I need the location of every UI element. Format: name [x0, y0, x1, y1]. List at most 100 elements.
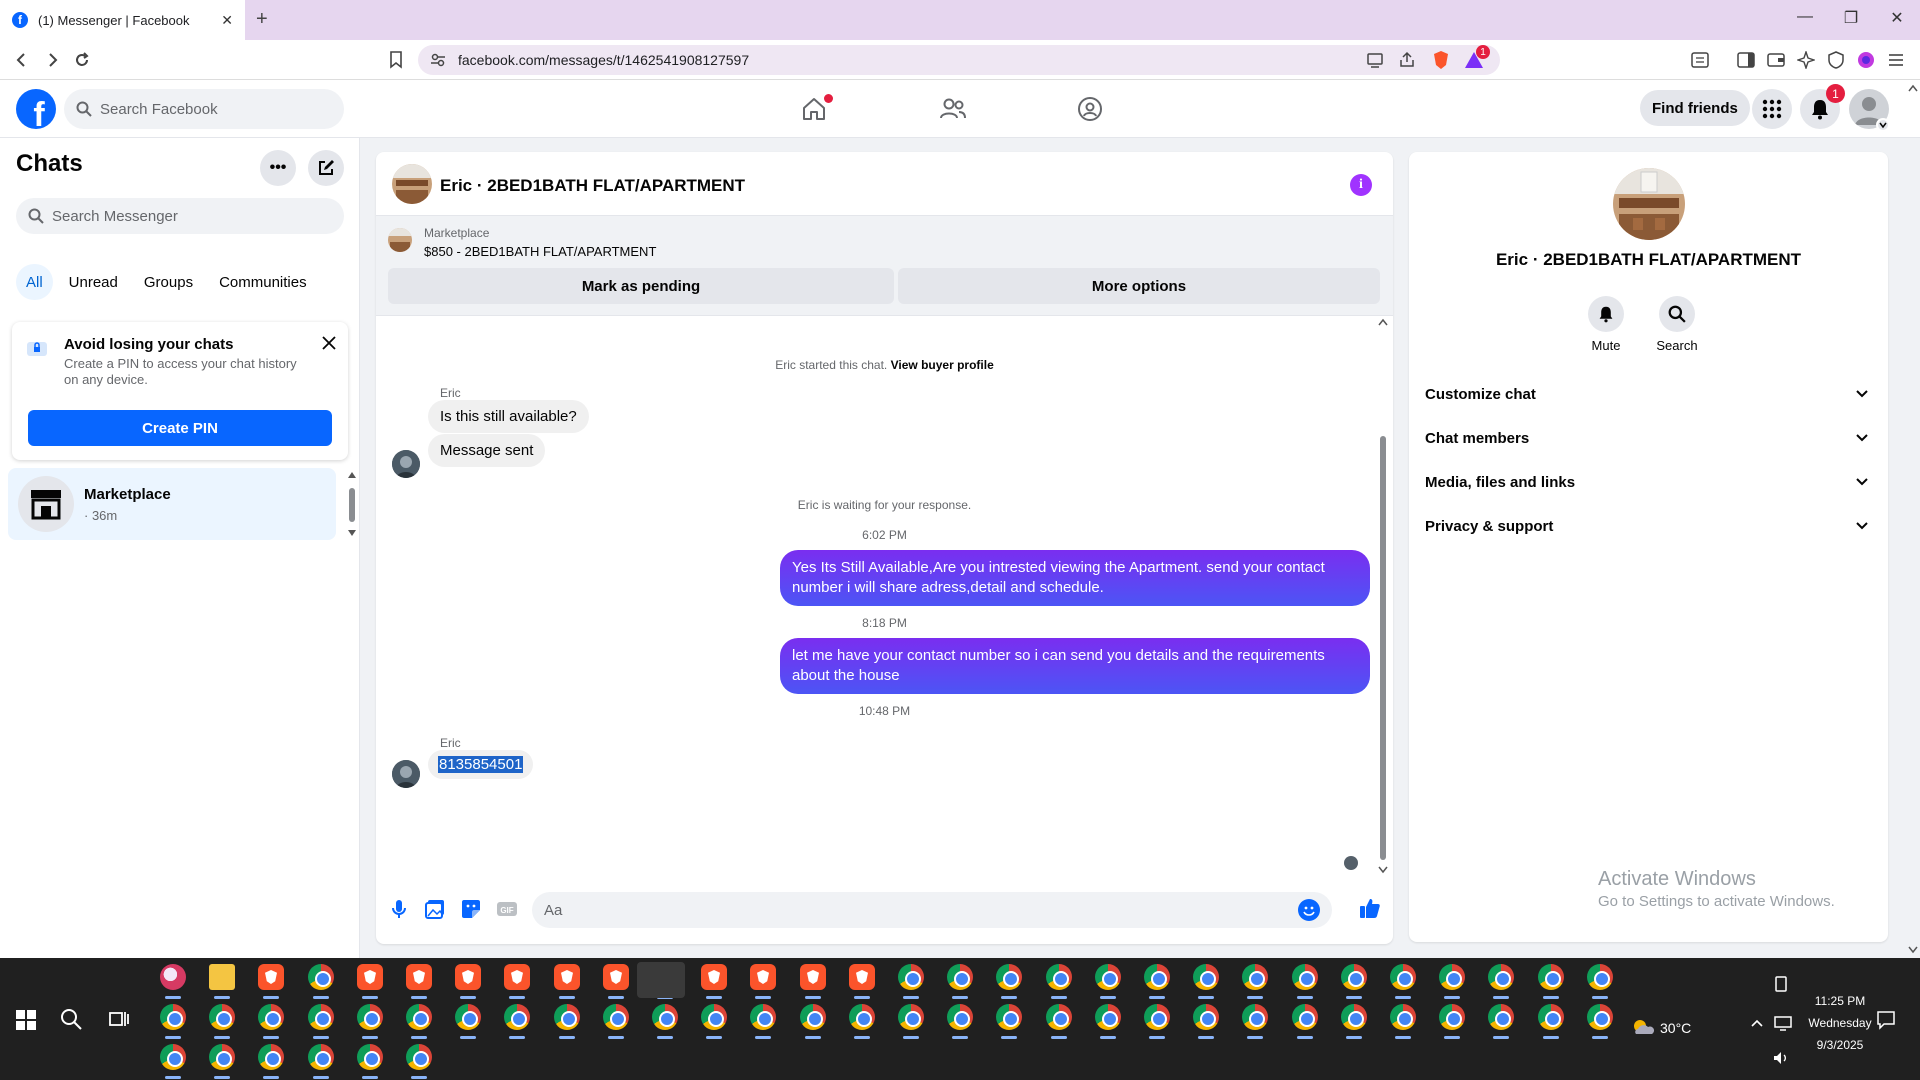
chrome-taskbar-icon[interactable]: [554, 1004, 580, 1030]
mute-action[interactable]: Mute: [1576, 296, 1636, 353]
info-icon[interactable]: i: [1350, 174, 1372, 196]
volume-icon[interactable]: [1772, 1050, 1790, 1066]
conversation-title[interactable]: Eric · 2BED1BATH FLAT/APARTMENT: [440, 176, 745, 196]
photo-icon[interactable]: [424, 898, 446, 920]
chrome-taskbar-icon[interactable]: [1488, 1004, 1514, 1030]
listing-avatar[interactable]: [392, 164, 432, 204]
wallet-icon[interactable]: [1766, 50, 1786, 70]
chrome-taskbar-icon[interactable]: [1587, 1004, 1613, 1030]
facebook-logo-icon[interactable]: f: [16, 89, 56, 129]
search-action[interactable]: Search: [1647, 296, 1707, 353]
tablet-mode-icon[interactable]: [1774, 976, 1788, 992]
sidebar-scrollbar[interactable]: [348, 472, 356, 536]
chrome-taskbar-icon[interactable]: [1439, 964, 1465, 990]
messenger-search-box[interactable]: [16, 198, 344, 234]
chrome-taskbar-icon[interactable]: [1439, 1004, 1465, 1030]
browser-tab[interactable]: f (1) Messenger | Facebook ✕: [0, 0, 245, 40]
new-message-button[interactable]: [308, 150, 344, 186]
brave-taskbar-icon[interactable]: [554, 964, 580, 990]
chrome-taskbar-icon[interactable]: [357, 1044, 383, 1070]
notification-center-icon[interactable]: [1876, 1010, 1896, 1030]
reader-mode-icon[interactable]: [1690, 50, 1710, 70]
chrome-taskbar-icon[interactable]: [209, 1004, 235, 1030]
files-taskbar-icon[interactable]: [209, 964, 235, 990]
microphone-icon[interactable]: [388, 898, 410, 920]
conversation-scrollbar[interactable]: [1376, 316, 1390, 876]
chrome-taskbar-icon[interactable]: [1193, 1004, 1219, 1030]
filter-communities[interactable]: Communities: [209, 264, 317, 300]
chrome-taskbar-icon[interactable]: [947, 964, 973, 990]
chrome-taskbar-icon[interactable]: [652, 1004, 678, 1030]
new-tab-icon[interactable]: +: [256, 8, 268, 31]
chrome-taskbar-icon[interactable]: [750, 1004, 776, 1030]
chrome-taskbar-icon[interactable]: [1390, 1004, 1416, 1030]
chrome-taskbar-icon[interactable]: [898, 1004, 924, 1030]
view-buyer-profile-link[interactable]: View buyer profile: [891, 358, 994, 372]
bookmark-icon[interactable]: [386, 50, 406, 70]
page-scrollbar[interactable]: [1906, 80, 1920, 958]
close-tab-icon[interactable]: ✕: [221, 12, 233, 29]
chrome-taskbar-icon[interactable]: [1587, 964, 1613, 990]
site-settings-icon[interactable]: [430, 52, 446, 68]
brave-taskbar-icon[interactable]: [603, 964, 629, 990]
customize-chat-section[interactable]: Customize chat: [1425, 372, 1873, 416]
incoming-message[interactable]: 8135854501: [428, 750, 534, 779]
sender-avatar[interactable]: [392, 760, 420, 788]
brave-taskbar-icon[interactable]: [800, 964, 826, 990]
outgoing-message[interactable]: let me have your contact number so i can…: [780, 638, 1370, 694]
brave-taskbar-icon[interactable]: [701, 964, 727, 990]
chrome-taskbar-icon[interactable]: [1046, 1004, 1072, 1030]
minimize-icon[interactable]: —: [1790, 8, 1820, 26]
reload-icon[interactable]: [70, 48, 94, 72]
brave-taskbar-icon[interactable]: [258, 964, 284, 990]
chat-members-section[interactable]: Chat members: [1425, 416, 1873, 460]
network-icon[interactable]: [1774, 1016, 1792, 1032]
outgoing-message[interactable]: Yes Its Still Available,Are you intreste…: [780, 550, 1370, 606]
chrome-taskbar-icon[interactable]: [1242, 964, 1268, 990]
cast-icon[interactable]: [1366, 51, 1384, 69]
task-view-icon[interactable]: [108, 1008, 130, 1030]
more-options-button[interactable]: More options: [898, 268, 1380, 304]
menu-icon[interactable]: [1886, 50, 1906, 70]
brave-taskbar-icon[interactable]: [504, 964, 530, 990]
chrome-taskbar-icon[interactable]: [308, 1044, 334, 1070]
show-hidden-icons[interactable]: [1750, 1018, 1764, 1028]
selected-phone-number[interactable]: 8135854501: [438, 756, 524, 773]
listing-thumbnail[interactable]: [388, 228, 412, 252]
message-input-box[interactable]: [532, 892, 1332, 928]
close-icon[interactable]: [318, 332, 340, 354]
chrome-taskbar-icon[interactable]: [308, 964, 334, 990]
chrome-taskbar-icon[interactable]: [308, 1004, 334, 1030]
chrome-taskbar-icon[interactable]: [1292, 964, 1318, 990]
chrome-taskbar-icon[interactable]: [1390, 964, 1416, 990]
back-icon[interactable]: [10, 48, 34, 72]
chats-options-button[interactable]: •••: [260, 150, 296, 186]
privacy-support-section[interactable]: Privacy & support: [1425, 504, 1873, 548]
account-chevron-icon[interactable]: [1876, 118, 1890, 132]
weather-icon[interactable]: [1630, 1016, 1656, 1038]
chrome-taskbar-icon[interactable]: [160, 1004, 186, 1030]
facebook-search-box[interactable]: [64, 89, 344, 129]
incoming-message[interactable]: Is this still available?: [428, 400, 589, 433]
edge-taskbar-icon[interactable]: [160, 964, 186, 990]
chrome-taskbar-icon[interactable]: [1341, 964, 1367, 990]
weather-temperature[interactable]: 30°C: [1660, 1020, 1691, 1036]
share-icon[interactable]: [1398, 51, 1416, 69]
sticker-icon[interactable]: [460, 898, 482, 920]
filter-unread[interactable]: Unread: [59, 264, 128, 300]
chrome-taskbar-icon[interactable]: [1538, 964, 1564, 990]
chrome-taskbar-icon[interactable]: [1292, 1004, 1318, 1030]
conversation-list-item[interactable]: Marketplace · 36m: [8, 468, 336, 540]
friends-nav-icon[interactable]: [935, 92, 971, 126]
thumbs-up-icon[interactable]: [1358, 896, 1380, 918]
leo-ai-icon[interactable]: [1796, 50, 1816, 70]
emoji-icon[interactable]: [1298, 899, 1320, 921]
chrome-taskbar-icon[interactable]: [603, 1004, 629, 1030]
listing-price-title[interactable]: $850 - 2BED1BATH FLAT/APARTMENT: [424, 244, 656, 259]
chrome-taskbar-icon[interactable]: [701, 1004, 727, 1030]
chrome-taskbar-icon[interactable]: [996, 964, 1022, 990]
chrome-taskbar-icon[interactable]: [258, 1004, 284, 1030]
chrome-taskbar-icon[interactable]: [1538, 1004, 1564, 1030]
filter-all[interactable]: All: [16, 264, 53, 300]
gif-icon[interactable]: GIF: [496, 898, 518, 920]
